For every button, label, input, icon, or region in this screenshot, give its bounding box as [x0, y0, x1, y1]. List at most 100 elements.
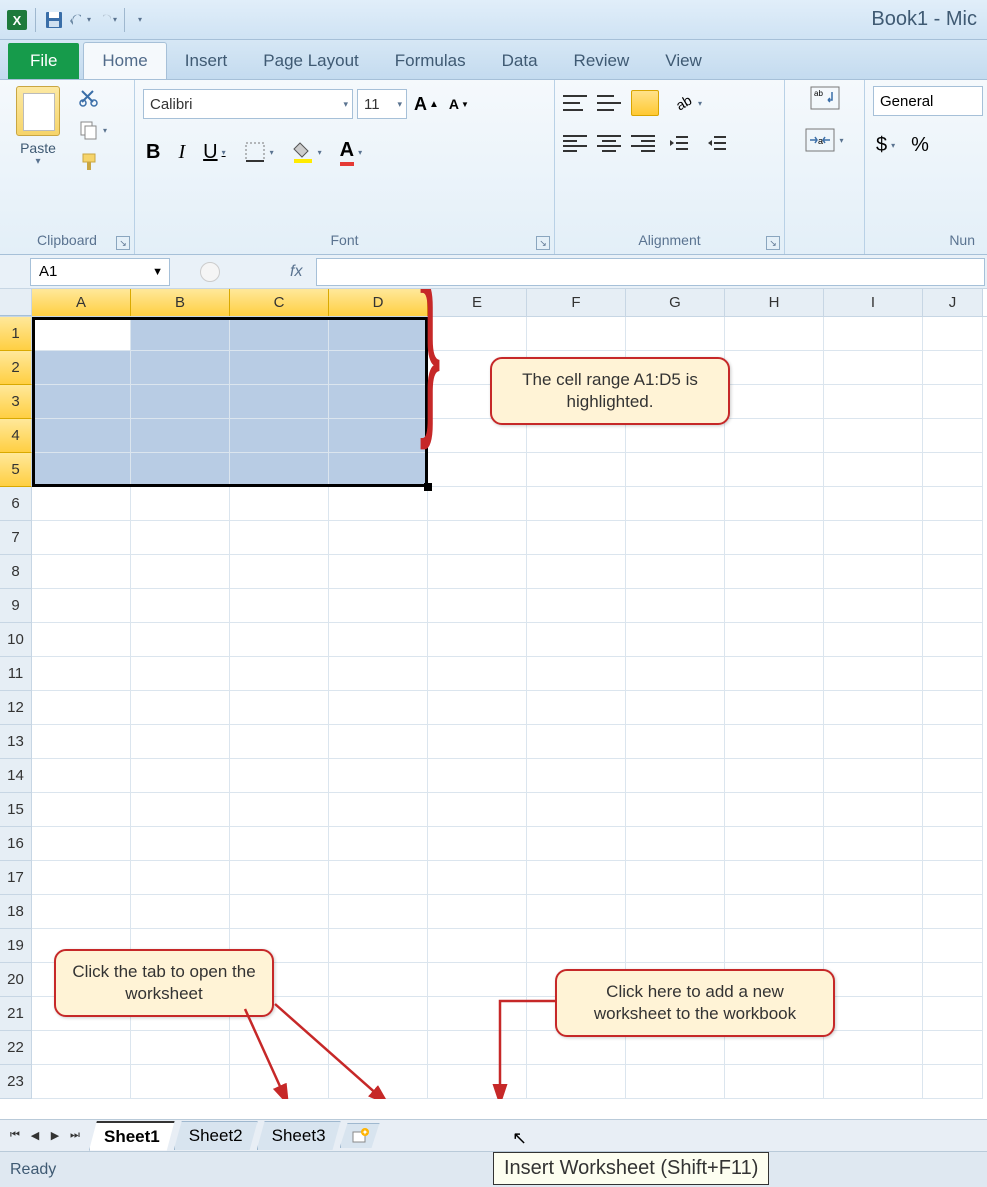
cell[interactable] [824, 963, 923, 997]
tab-insert[interactable]: Insert [167, 43, 246, 79]
name-box[interactable]: A1 ▼ [30, 258, 170, 286]
cell[interactable] [824, 317, 923, 351]
cell[interactable] [230, 895, 329, 929]
cell[interactable] [725, 759, 824, 793]
cell[interactable] [626, 1065, 725, 1099]
cell[interactable] [131, 623, 230, 657]
excel-app-icon[interactable]: X [6, 9, 28, 31]
cell[interactable] [230, 623, 329, 657]
cell[interactable] [428, 827, 527, 861]
clipboard-dialog-launcher[interactable]: ↘ [116, 236, 130, 250]
row-header-20[interactable]: 20 [0, 963, 32, 997]
redo-icon[interactable]: ▾ [95, 9, 117, 31]
tab-data[interactable]: Data [484, 43, 556, 79]
cell[interactable] [923, 759, 983, 793]
cell[interactable] [329, 385, 428, 419]
cell[interactable] [131, 759, 230, 793]
cell[interactable] [32, 895, 131, 929]
cell[interactable] [725, 521, 824, 555]
cell[interactable] [329, 657, 428, 691]
cell[interactable] [329, 691, 428, 725]
cell[interactable] [923, 317, 983, 351]
cell[interactable] [923, 623, 983, 657]
wrap-text-button[interactable]: ab [807, 84, 843, 112]
col-header-h[interactable]: H [725, 289, 824, 316]
insert-function-button[interactable]: fx [280, 263, 312, 281]
row-header-9[interactable]: 9 [0, 589, 32, 623]
row-header-17[interactable]: 17 [0, 861, 32, 895]
cell[interactable] [428, 963, 527, 997]
cell[interactable] [527, 487, 626, 521]
row-header-16[interactable]: 16 [0, 827, 32, 861]
cell[interactable] [824, 895, 923, 929]
cell[interactable] [329, 895, 428, 929]
cell[interactable] [923, 555, 983, 589]
qat-customize-icon[interactable]: ▾ [134, 15, 146, 24]
chevron-down-icon[interactable]: ▼ [152, 266, 163, 278]
cell[interactable] [923, 861, 983, 895]
cell[interactable] [428, 453, 527, 487]
cell[interactable] [428, 759, 527, 793]
cell[interactable] [824, 453, 923, 487]
row-header-18[interactable]: 18 [0, 895, 32, 929]
merge-center-button[interactable]: a ▾ [802, 126, 846, 154]
cell[interactable] [230, 351, 329, 385]
cell[interactable] [230, 419, 329, 453]
cell[interactable] [824, 589, 923, 623]
tab-page-layout[interactable]: Page Layout [245, 43, 376, 79]
undo-icon[interactable]: ▾ [69, 9, 91, 31]
cell[interactable] [329, 589, 428, 623]
cell[interactable] [131, 385, 230, 419]
row-header-11[interactable]: 11 [0, 657, 32, 691]
cell[interactable] [824, 1065, 923, 1099]
cell[interactable] [527, 453, 626, 487]
cell[interactable] [923, 691, 983, 725]
cell[interactable] [230, 487, 329, 521]
fill-color-button[interactable]: ▾ [289, 139, 325, 165]
underline-button[interactable]: U▾ [200, 139, 228, 166]
decrease-indent-button[interactable] [665, 130, 693, 156]
cell[interactable] [428, 589, 527, 623]
col-header-i[interactable]: I [824, 289, 923, 316]
cell[interactable] [725, 827, 824, 861]
cell[interactable] [527, 929, 626, 963]
cell[interactable] [725, 895, 824, 929]
cell[interactable] [923, 997, 983, 1031]
row-header-21[interactable]: 21 [0, 997, 32, 1031]
cell[interactable] [824, 1031, 923, 1065]
cell[interactable] [725, 453, 824, 487]
font-dialog-launcher[interactable]: ↘ [536, 236, 550, 250]
cell[interactable] [923, 419, 983, 453]
col-header-j[interactable]: J [923, 289, 983, 316]
cell[interactable] [230, 1065, 329, 1099]
cell[interactable] [626, 555, 725, 589]
cell[interactable] [626, 861, 725, 895]
col-header-c[interactable]: C [230, 289, 329, 316]
cell[interactable] [329, 487, 428, 521]
cell[interactable] [527, 623, 626, 657]
cell[interactable] [32, 827, 131, 861]
cell[interactable] [527, 827, 626, 861]
cell[interactable] [230, 861, 329, 895]
cell[interactable] [725, 351, 824, 385]
cell[interactable] [230, 385, 329, 419]
cell[interactable] [824, 997, 923, 1031]
cell[interactable] [131, 793, 230, 827]
cell[interactable] [923, 963, 983, 997]
cell[interactable] [32, 453, 131, 487]
copy-button[interactable]: ▾ [76, 118, 110, 142]
cell[interactable] [230, 793, 329, 827]
cell[interactable] [527, 759, 626, 793]
cell[interactable] [131, 487, 230, 521]
tab-home[interactable]: Home [83, 42, 166, 79]
cell[interactable] [428, 1031, 527, 1065]
cell[interactable] [725, 657, 824, 691]
tab-formulas[interactable]: Formulas [377, 43, 484, 79]
cell[interactable] [428, 895, 527, 929]
orientation-button[interactable]: ab▾ [669, 90, 705, 116]
cell[interactable] [725, 555, 824, 589]
cell[interactable] [725, 419, 824, 453]
cell[interactable] [527, 725, 626, 759]
cell[interactable] [131, 657, 230, 691]
tab-view[interactable]: View [647, 43, 720, 79]
